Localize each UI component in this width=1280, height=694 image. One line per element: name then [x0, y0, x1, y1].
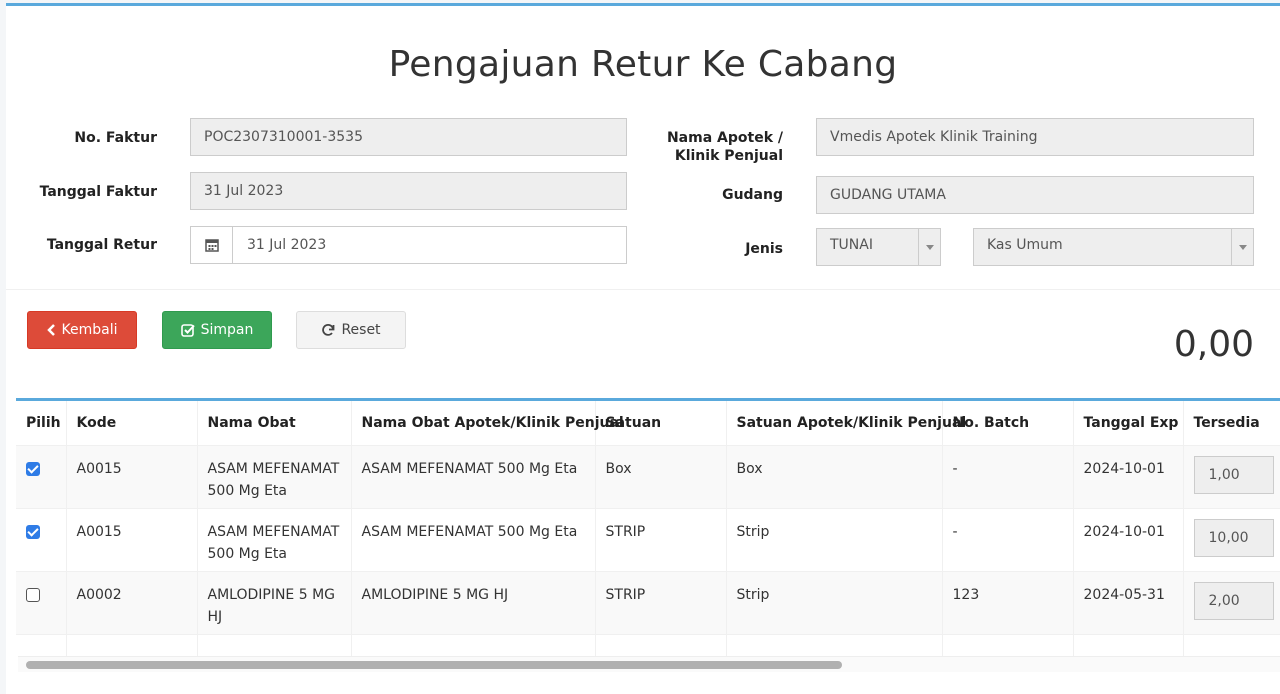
cell-exp: 2024-10-01 [1073, 507, 1184, 571]
return-form-panel: Pengajuan Retur Ke Cabang No. Faktur POC… [6, 3, 1280, 694]
items-table: Pilih Kode Nama Obat Nama Obat Apotek/Kl… [16, 401, 1280, 656]
kembali-button[interactable]: Kembali [27, 311, 137, 349]
nama-apotek-label: Nama Apotek / Klinik Penjual [646, 129, 783, 165]
row-checkbox[interactable] [26, 587, 40, 602]
total-amount: 0,00 [1173, 324, 1254, 365]
scrollbar-thumb[interactable] [26, 661, 842, 669]
cell-nama-obat-penjual: ASAM MEFENAMAT 500 Mg Eta [351, 507, 596, 571]
header-pilih[interactable]: Pilih [16, 401, 67, 446]
table-header-row: Pilih Kode Nama Obat Nama Obat Apotek/Kl… [16, 401, 1280, 446]
row-checkbox[interactable] [26, 524, 40, 539]
cell-exp: 2024-05-31 [1073, 570, 1184, 634]
cell-batch: - [942, 507, 1074, 571]
page-title: Pengajuan Retur Ke Cabang [388, 44, 898, 85]
jenis-select[interactable]: TUNAI [816, 228, 941, 266]
kembali-label: Kembali [61, 322, 118, 338]
tersedia-input[interactable]: 2,00 [1193, 581, 1274, 620]
no-faktur-label: No. Faktur [74, 130, 157, 146]
cell-kode: A0015 [66, 444, 198, 508]
table-row: A0015 ASAM MEFENAMAT 500 Mg Eta ASAM MEF… [16, 507, 1280, 571]
tanggal-retur-label: Tanggal Retur [46, 237, 157, 253]
tersedia-input[interactable]: 10,00 [1193, 518, 1274, 557]
horizontal-scrollbar[interactable] [18, 656, 1280, 672]
table-row: A0002 AMLODIPINE 5 MG HJ AMLODIPINE 5 MG… [16, 570, 1280, 634]
gudang-label: Gudang [722, 187, 783, 203]
cell-satuan-penjual: Box [726, 444, 943, 508]
jenis-label: Jenis [745, 241, 783, 257]
no-faktur-field[interactable]: POC2307310001-3535 [190, 118, 627, 156]
table-spacer-row [16, 633, 1280, 656]
cell-kode: A0015 [66, 507, 198, 571]
kas-value: Kas Umum [987, 237, 1063, 253]
header-tersedia[interactable]: Tersedia [1183, 401, 1280, 446]
items-table-container: Pilih Kode Nama Obat Nama Obat Apotek/Kl… [16, 398, 1280, 674]
reset-button[interactable]: Reset [296, 311, 406, 349]
cell-batch: 123 [942, 570, 1074, 634]
caret-down-icon [918, 229, 940, 265]
nama-apotek-label-line2: Klinik Penjual [674, 148, 783, 164]
cell-satuan: STRIP [595, 570, 727, 634]
jenis-value: TUNAI [830, 237, 873, 253]
calendar-icon[interactable] [191, 227, 233, 263]
cell-satuan: STRIP [595, 507, 727, 571]
header-no-batch[interactable]: No. Batch [942, 401, 1074, 446]
chevron-left-icon [46, 324, 55, 336]
cell-batch: - [942, 444, 1074, 508]
tersedia-input[interactable]: 1,00 [1193, 455, 1274, 494]
cell-nama-obat: AMLODIPINE 5 MG HJ [197, 570, 352, 634]
cell-nama-obat: ASAM MEFENAMAT 500 Mg Eta [197, 444, 352, 508]
row-checkbox[interactable] [26, 461, 40, 476]
header-satuan[interactable]: Satuan [595, 401, 727, 446]
nama-apotek-field[interactable]: Vmedis Apotek Klinik Training [816, 118, 1254, 156]
header-nama-obat-penjual[interactable]: Nama Obat Apotek/Klinik Penjual [351, 401, 624, 446]
kas-select[interactable]: Kas Umum [973, 228, 1254, 266]
cell-nama-obat: ASAM MEFENAMAT 500 Mg Eta [197, 507, 352, 571]
cell-nama-obat-penjual: ASAM MEFENAMAT 500 Mg Eta [351, 444, 596, 508]
form-divider [6, 289, 1280, 290]
gudang-field[interactable]: GUDANG UTAMA [816, 176, 1254, 214]
simpan-label: Simpan [200, 322, 254, 338]
cell-nama-obat-penjual: AMLODIPINE 5 MG HJ [351, 570, 596, 634]
cell-kode: A0002 [66, 570, 198, 634]
header-tanggal-exp[interactable]: Tanggal Exp [1073, 401, 1184, 446]
cell-satuan: Box [595, 444, 727, 508]
table-row: A0015 ASAM MEFENAMAT 500 Mg Eta ASAM MEF… [16, 444, 1280, 508]
tanggal-retur-value: 31 Jul 2023 [247, 237, 327, 253]
tanggal-faktur-label: Tanggal Faktur [39, 184, 157, 200]
refresh-icon [322, 324, 335, 336]
cell-satuan-penjual: Strip [726, 570, 943, 634]
check-square-icon [180, 324, 195, 337]
header-nama-obat[interactable]: Nama Obat [197, 401, 352, 446]
tanggal-faktur-field[interactable]: 31 Jul 2023 [190, 172, 627, 210]
reset-label: Reset [341, 322, 381, 338]
tanggal-retur-field[interactable]: 31 Jul 2023 [190, 226, 627, 264]
caret-down-icon [1231, 229, 1253, 265]
cell-satuan-penjual: Strip [726, 507, 943, 571]
header-satuan-penjual[interactable]: Satuan Apotek/Klinik Penjual [726, 401, 966, 446]
cell-exp: 2024-10-01 [1073, 444, 1184, 508]
simpan-button[interactable]: Simpan [162, 311, 272, 349]
header-kode[interactable]: Kode [66, 401, 198, 446]
nama-apotek-label-line1: Nama Apotek / [666, 130, 783, 146]
